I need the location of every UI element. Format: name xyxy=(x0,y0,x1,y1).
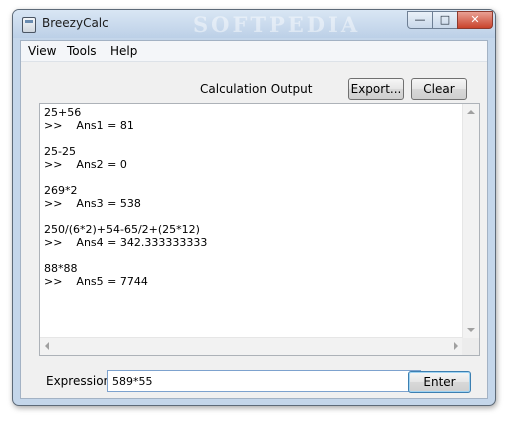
maximize-button[interactable]: □ xyxy=(432,11,458,29)
scroll-right-arrow-icon[interactable] xyxy=(454,342,458,350)
entry-result: >> Ans1 = 81 xyxy=(44,119,134,132)
scroll-up-arrow-icon[interactable] xyxy=(467,110,475,114)
entry-result: >> Ans2 = 0 xyxy=(44,158,127,171)
calculation-output-area[interactable]: 25+56 >> Ans1 = 81 25-25 >> Ans2 = 0 269… xyxy=(39,103,480,356)
softpedia-watermark: SOFTPEDIA xyxy=(193,12,361,37)
breezycalc-window: BreezyCalc SOFTPEDIA — □ ✕ View Tools He… xyxy=(12,9,496,406)
output-entry: 88*88 >> Ans5 = 7744 xyxy=(44,262,464,288)
output-entry: 25+56 >> Ans1 = 81 xyxy=(44,106,464,132)
close-button[interactable]: ✕ xyxy=(457,11,493,29)
output-entry: 250/(6*2)+54-65/2+(25*12) >> Ans4 = 342.… xyxy=(44,223,464,249)
scrollbar-corner xyxy=(462,338,479,355)
clear-button[interactable]: Clear xyxy=(411,78,467,100)
close-icon: ✕ xyxy=(470,13,480,26)
scroll-left-arrow-icon[interactable] xyxy=(45,342,49,350)
minimize-icon: — xyxy=(414,13,426,26)
expression-label: Expression: xyxy=(46,374,116,388)
minimize-button[interactable]: — xyxy=(407,11,433,29)
calculation-output-label: Calculation Output xyxy=(200,82,313,96)
entry-result: >> Ans3 = 538 xyxy=(44,197,141,210)
output-text: 25+56 >> Ans1 = 81 25-25 >> Ans2 = 0 269… xyxy=(44,106,464,301)
menu-help[interactable]: Help xyxy=(110,44,137,58)
entry-expression: 25+56 xyxy=(44,106,82,119)
client-area: View Tools Help Calculation Output Expor… xyxy=(20,40,488,399)
maximize-icon: □ xyxy=(439,13,451,26)
menu-view[interactable]: View xyxy=(28,44,56,58)
entry-result: >> Ans5 = 7744 xyxy=(44,275,148,288)
title-bar[interactable]: BreezyCalc SOFTPEDIA — □ ✕ xyxy=(13,10,495,38)
output-entry: 269*2 >> Ans3 = 538 xyxy=(44,184,464,210)
enter-button[interactable]: Enter xyxy=(408,371,471,393)
menu-bar: View Tools Help xyxy=(21,41,487,62)
entry-expression: 25-25 xyxy=(44,145,76,158)
menu-tools[interactable]: Tools xyxy=(67,44,97,58)
output-entry: 25-25 >> Ans2 = 0 xyxy=(44,145,464,171)
entry-result: >> Ans4 = 342.333333333 xyxy=(44,236,208,249)
entry-expression: 88*88 xyxy=(44,262,78,275)
entry-expression: 250/(6*2)+54-65/2+(25*12) xyxy=(44,223,200,236)
entry-expression: 269*2 xyxy=(44,184,78,197)
vertical-scrollbar[interactable] xyxy=(462,104,479,338)
expression-input[interactable] xyxy=(107,370,421,392)
calculator-icon xyxy=(22,17,36,33)
window-title: BreezyCalc xyxy=(42,16,109,30)
scroll-down-arrow-icon[interactable] xyxy=(467,328,475,332)
horizontal-scrollbar[interactable] xyxy=(40,337,463,355)
export-button[interactable]: Export... xyxy=(348,78,404,100)
